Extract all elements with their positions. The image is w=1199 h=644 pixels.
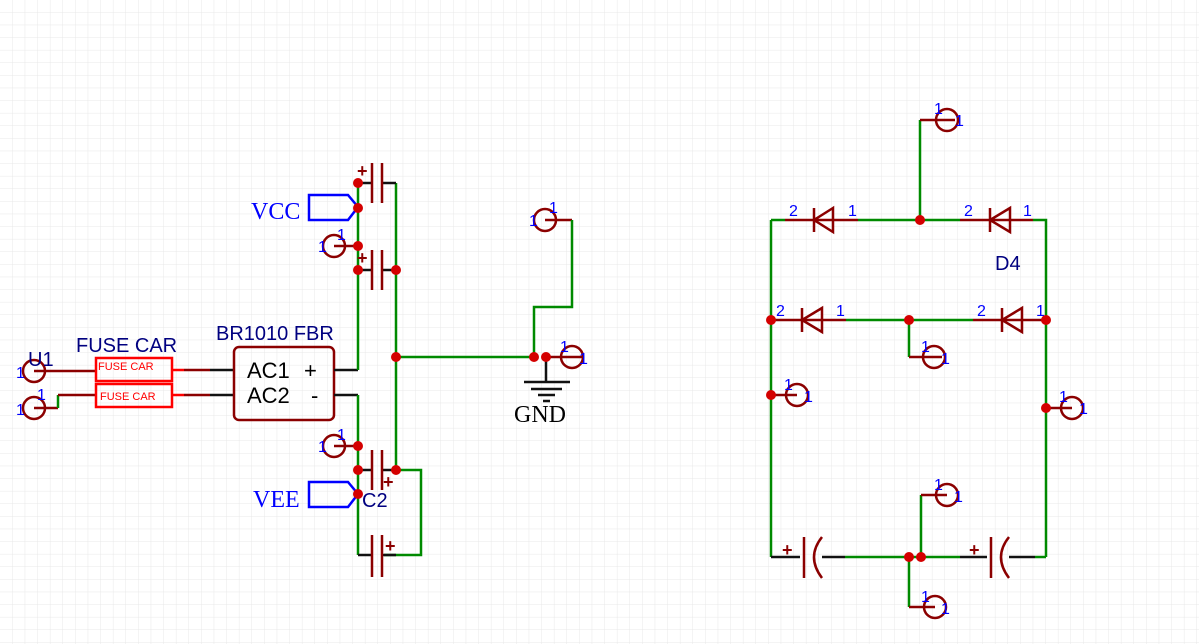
pin-label: 1: [934, 477, 943, 494]
pin-label: 1: [955, 113, 964, 130]
pin-label: 1: [804, 389, 813, 406]
pin-label: 1: [941, 601, 950, 618]
pin-label: 1: [318, 439, 327, 456]
pin-label: 1: [921, 589, 930, 606]
pin-label: 1: [37, 387, 46, 404]
pin-label: 1: [337, 227, 346, 244]
bridge-rectifier[interactable]: BR1010 FBR AC1 AC2 + -: [216, 323, 336, 422]
fuse-value: FUSE CAR: [98, 361, 154, 373]
pin-label: 1: [784, 377, 793, 394]
pin-label: 1: [16, 365, 25, 382]
pin-label: 1: [934, 101, 943, 118]
diode-designator: D4: [995, 253, 1021, 275]
bridge-designator: BR1010 FBR: [216, 323, 334, 345]
pin-label: 1: [954, 489, 963, 506]
pin-label: 1: [836, 303, 845, 320]
pin-label: 1: [579, 351, 588, 368]
pin-label: 1: [318, 239, 327, 256]
pin-label: 1: [549, 200, 558, 217]
net-label-text: VCC: [251, 199, 300, 225]
fuse-designator: FUSE CAR: [76, 335, 177, 357]
polarity-mark: +: [782, 540, 793, 560]
net-label-text: GND: [514, 402, 566, 428]
pin-label: 1: [921, 339, 930, 356]
pin-ac2: AC2: [247, 383, 290, 408]
pin-label: 2: [977, 303, 986, 320]
pin-label: 2: [789, 203, 798, 220]
pin-label: 1: [529, 213, 538, 230]
fuse-value: FUSE CAR: [100, 391, 156, 403]
polarity-mark: +: [383, 472, 394, 492]
pin-label: 1: [1023, 203, 1032, 220]
pin-label: 2: [776, 303, 785, 320]
pin-minus: -: [311, 383, 318, 408]
pin-label: 1: [848, 203, 857, 220]
pin-label: 1: [1079, 401, 1088, 418]
connector-designator: U1: [28, 349, 54, 371]
pin-ac1: AC1: [247, 358, 290, 383]
pin-label: 1: [16, 402, 25, 419]
pin-plus: +: [304, 358, 317, 383]
polarity-mark: +: [357, 161, 368, 181]
polarity-mark: +: [969, 540, 980, 560]
schematic-canvas[interactable]: U1 1 1 1 FUSE CAR FUSE CAR FUSE CAR BR10…: [0, 0, 1199, 644]
pin-label: 1: [337, 427, 346, 444]
capacitor-designator: C2: [362, 490, 388, 512]
polarity-mark: +: [385, 536, 396, 556]
pin-label: 2: [964, 203, 973, 220]
net-label-text: VEE: [253, 487, 300, 513]
pin-label: 1: [560, 339, 569, 356]
grid-background: [0, 0, 1199, 644]
polarity-mark: +: [357, 248, 368, 268]
pin-label: 1: [941, 351, 950, 368]
pin-label: 1: [1059, 389, 1068, 406]
